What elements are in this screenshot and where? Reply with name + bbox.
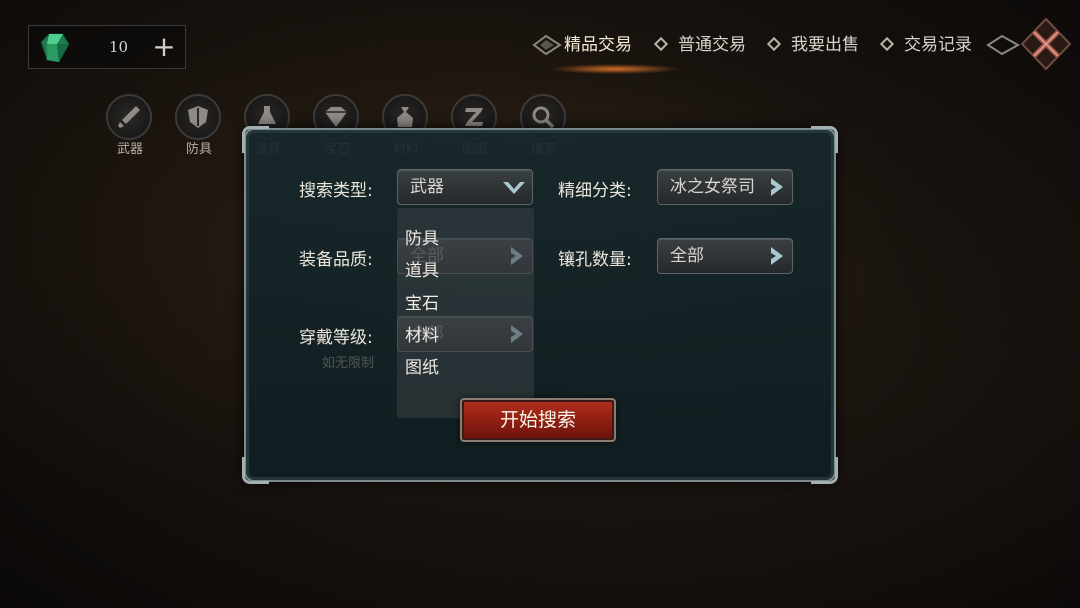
currency-amount: 10 <box>109 38 129 56</box>
tab-trade-history[interactable]: 交易记录 <box>904 30 972 60</box>
blueprint-icon <box>465 108 483 126</box>
panel-corner <box>242 457 269 484</box>
sub-category-label: 精细分类: <box>558 181 632 201</box>
socket-count-value: 全部 <box>670 246 704 266</box>
dropdown-option-armor[interactable]: 防具 <box>405 224 439 249</box>
tab-sell[interactable]: 我要出售 <box>791 30 859 60</box>
tab-normal-trade[interactable]: 普通交易 <box>678 30 746 60</box>
dropdown-option-gem[interactable]: 宝石 <box>405 289 439 314</box>
bag-icon <box>397 107 413 127</box>
ghost-hint-text: 如无限制 <box>322 356 375 371</box>
dropdown-option-item[interactable]: 道具 <box>405 256 439 281</box>
ornament-right-icon <box>986 34 1020 56</box>
category-weapon[interactable]: 武器 <box>106 94 156 158</box>
emerald-gem-icon <box>40 33 70 63</box>
socket-count-select[interactable]: 全部 <box>657 238 793 274</box>
chevron-right-icon <box>771 247 783 265</box>
add-currency-button[interactable]: + <box>149 30 179 64</box>
dropdown-option-material[interactable]: 材料 <box>405 321 439 346</box>
category-armor[interactable]: 防具 <box>175 94 225 158</box>
panel-corner <box>811 126 838 153</box>
category-label: 武器 <box>116 142 143 157</box>
search-type-select[interactable]: 武器 <box>397 169 533 205</box>
sub-category-value: 冰之女祭司 <box>670 177 755 197</box>
search-type-label: 搜索类型: <box>299 181 373 201</box>
gem-icon <box>325 107 347 127</box>
active-tab-glow <box>550 64 680 74</box>
quality-label: 装备品质: <box>299 250 373 270</box>
shield-icon <box>188 106 208 128</box>
tab-premium-trade[interactable]: 精品交易 <box>564 30 632 60</box>
search-type-value: 武器 <box>410 177 444 197</box>
ornament-left-icon <box>532 34 562 56</box>
sub-category-select[interactable]: 冰之女祭司 <box>657 169 793 205</box>
currency-display: 10 + <box>28 25 186 69</box>
panel-corner <box>242 126 269 153</box>
sword-icon <box>118 106 140 128</box>
dropdown-option-blueprint[interactable]: 图纸 <box>405 353 439 378</box>
category-label: 防具 <box>185 142 212 157</box>
wear-level-label: 穿戴等级: <box>299 328 373 348</box>
search-icon <box>532 106 555 129</box>
start-search-label: 开始搜索 <box>499 409 576 431</box>
panel-corner <box>811 457 838 484</box>
search-type-dropdown: 防具 道具 宝石 材料 图纸 <box>397 208 534 418</box>
chevron-down-icon <box>503 182 525 194</box>
chevron-right-icon <box>771 178 783 196</box>
socket-count-label: 镶孔数量: <box>558 250 632 270</box>
start-search-button[interactable]: 开始搜索 <box>460 398 616 442</box>
close-emblem-icon[interactable] <box>1020 17 1072 71</box>
